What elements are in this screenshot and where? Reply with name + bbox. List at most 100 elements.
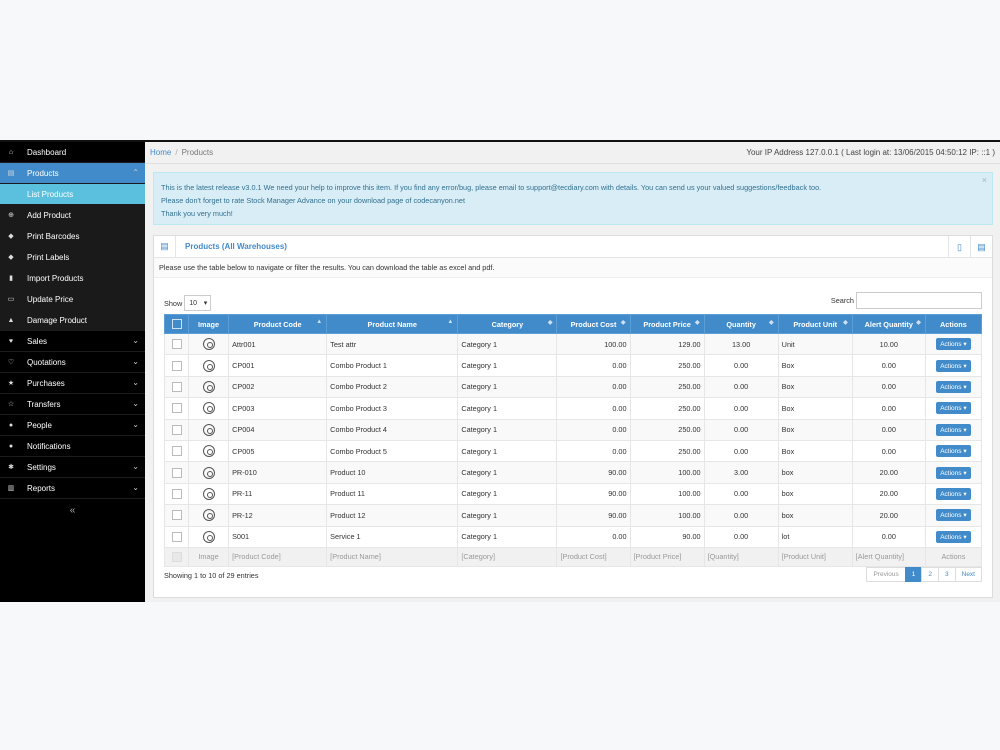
sidebar-item-dashboard[interactable]: ⌂ Dashboard bbox=[0, 142, 145, 163]
sidebar-item-products[interactable]: ▤ Products ⌃ bbox=[0, 163, 145, 184]
row-checkbox[interactable] bbox=[171, 446, 182, 457]
heart-outline-icon: ♡ bbox=[7, 359, 15, 366]
column-header-product-cost[interactable]: Product Cost ◆ bbox=[556, 314, 631, 334]
sidebar-item-reports[interactable]: ▥ Reports ⌄ bbox=[0, 478, 145, 499]
product-code-cell: S001 bbox=[228, 525, 328, 548]
row-checkbox-cell[interactable] bbox=[163, 332, 190, 356]
sidebar-item-purchases[interactable]: ★ Purchases ⌄ bbox=[0, 373, 145, 394]
actions-dropdown-button[interactable]: Actions ▾ bbox=[936, 359, 971, 372]
row-checkbox-cell[interactable] bbox=[163, 504, 190, 527]
row-checkbox[interactable] bbox=[171, 488, 182, 499]
actions-dropdown-button[interactable]: Actions ▾ bbox=[936, 338, 971, 351]
column-header-product-price[interactable]: Product Price ◆ bbox=[629, 314, 705, 334]
row-checkbox-cell[interactable] bbox=[163, 354, 190, 377]
table-footer-row: Image [Product Code] [Product Name] [Catego… bbox=[163, 546, 983, 567]
pagination-bar: Showing 1 to 10 of 29 entries Previous 1 2… bbox=[164, 567, 982, 583]
sidebar-item-list-products[interactable]: List Products bbox=[0, 184, 145, 205]
sidebar-item-label: Import Products bbox=[27, 273, 84, 283]
table-header-row: Image Product Code ▲ Product Name ▲ Category ◆… bbox=[163, 314, 983, 334]
table-row: CP004 Combo Product 4 Category 1 0.00 250.00… bbox=[163, 418, 983, 441]
collapse-sidebar-button[interactable]: « bbox=[0, 499, 145, 521]
row-checkbox[interactable] bbox=[171, 339, 182, 350]
actions-dropdown-button[interactable]: Actions ▾ bbox=[936, 466, 971, 479]
actions-dropdown-button[interactable]: Actions ▾ bbox=[936, 423, 971, 436]
page-previous-button[interactable]: Previous bbox=[866, 567, 906, 582]
page-1-button[interactable]: 1 bbox=[904, 567, 923, 582]
row-checkbox-cell[interactable] bbox=[163, 461, 190, 484]
sidebar-item-transfers[interactable]: ☆ Transfers ⌄ bbox=[0, 394, 145, 415]
page-next-button[interactable]: Next bbox=[954, 567, 982, 582]
products-panel: ▤ Products (All Warehouses) ▯ ▤ Please u… bbox=[153, 235, 993, 598]
actions-cell: Actions ▾ bbox=[924, 397, 983, 420]
footer-filter-product-unit[interactable]: [Product Unit] bbox=[777, 546, 853, 567]
actions-dropdown-button[interactable]: Actions ▾ bbox=[936, 530, 971, 543]
sidebar-item-print-barcodes[interactable]: ◆ Print Barcodes bbox=[0, 226, 145, 247]
actions-dropdown-button[interactable]: Actions ▾ bbox=[936, 445, 971, 458]
row-checkbox-cell[interactable] bbox=[163, 439, 190, 463]
search-input[interactable] bbox=[856, 292, 982, 309]
dashboard-icon: ⌂ bbox=[8, 148, 14, 156]
row-checkbox[interactable] bbox=[171, 467, 182, 478]
row-checkbox-cell[interactable] bbox=[163, 525, 190, 548]
sidebar-item-add-product[interactable]: ⊕ Add Product bbox=[0, 205, 145, 226]
footer-filter-category[interactable]: [Category] bbox=[457, 546, 558, 567]
footer-filter-product-code[interactable]: [Product Code] bbox=[228, 546, 328, 567]
select-all-checkbox-cell[interactable] bbox=[163, 314, 190, 334]
footer-filter-product-name[interactable]: [Product Name] bbox=[326, 546, 459, 567]
release-alert: × This is the latest release v3.0.1 We n… bbox=[153, 172, 993, 225]
actions-dropdown-button[interactable]: Actions ▾ bbox=[936, 402, 971, 415]
sidebar-item-settings[interactable]: ✱ Settings ⌄ bbox=[0, 457, 145, 478]
actions-dropdown-button[interactable]: Actions ▾ bbox=[936, 509, 971, 522]
column-header-product-unit[interactable]: Product Unit ◆ bbox=[777, 314, 853, 334]
column-header-product-code[interactable]: Product Code ▲ bbox=[228, 314, 328, 334]
product-image-cell bbox=[188, 375, 230, 399]
row-checkbox[interactable] bbox=[171, 531, 182, 542]
actions-dropdown-button[interactable]: Actions ▾ bbox=[936, 380, 971, 393]
footer-filter-quantity[interactable]: [Quantity] bbox=[703, 546, 779, 567]
page-length-select[interactable]: 10 ▾ bbox=[184, 295, 212, 311]
column-header-category[interactable]: Category ◆ bbox=[457, 314, 558, 334]
alert-quantity-cell: 20.00 bbox=[851, 461, 926, 484]
excel-export-icon[interactable]: ▯ bbox=[948, 236, 970, 258]
sidebar-item-damage-product[interactable]: ▲ Damage Product bbox=[0, 310, 145, 331]
row-checkbox-cell[interactable] bbox=[163, 397, 190, 420]
page-2-button[interactable]: 2 bbox=[921, 567, 939, 582]
row-checkbox-cell[interactable] bbox=[163, 418, 190, 441]
column-header-alert-quantity[interactable]: Alert Quantity ◆ bbox=[851, 314, 926, 334]
close-alert-button[interactable]: × bbox=[982, 174, 987, 187]
sidebar-item-quotations[interactable]: ♡ Quotations ⌄ bbox=[0, 352, 145, 373]
footer-filter-alert-quantity[interactable]: [Alert Quantity] bbox=[851, 546, 926, 567]
users-icon: ● bbox=[8, 421, 14, 429]
breadcrumb-home-link[interactable]: Home bbox=[150, 148, 171, 157]
select-all-checkbox[interactable] bbox=[171, 319, 182, 330]
bar-chart-icon: ▥ bbox=[7, 485, 15, 492]
sidebar-item-people[interactable]: ● People ⌄ bbox=[0, 415, 145, 436]
row-checkbox[interactable] bbox=[171, 424, 182, 435]
row-checkbox[interactable] bbox=[171, 510, 182, 521]
row-checkbox[interactable] bbox=[171, 382, 182, 393]
row-checkbox-cell[interactable] bbox=[163, 482, 190, 506]
page-3-button[interactable]: 3 bbox=[938, 567, 956, 582]
sidebar-item-label: Reports bbox=[27, 483, 56, 493]
footer-filter-product-cost[interactable]: [Product Cost] bbox=[556, 546, 631, 567]
sidebar-item-label: Update Price bbox=[27, 294, 74, 304]
product-cost-cell: 0.00 bbox=[556, 397, 631, 420]
sidebar-item-print-labels[interactable]: ◆ Print Labels bbox=[0, 247, 145, 268]
sort-icon: ◆ bbox=[916, 320, 921, 326]
product-price-cell: 250.00 bbox=[629, 439, 705, 463]
sidebar-item-update-price[interactable]: ▭ Update Price bbox=[0, 289, 145, 310]
footer-filter-product-price[interactable]: [Product Price] bbox=[629, 546, 705, 567]
quantity-cell: 0.00 bbox=[703, 439, 779, 463]
row-checkbox[interactable] bbox=[171, 360, 182, 371]
actions-dropdown-button[interactable]: Actions ▾ bbox=[936, 487, 971, 500]
sidebar-item-notifications[interactable]: ● Notifications bbox=[0, 436, 145, 457]
row-checkbox-cell[interactable] bbox=[163, 375, 190, 399]
column-header-product-name[interactable]: Product Name ▲ bbox=[326, 314, 459, 334]
sidebar-item-import-products[interactable]: ▮ Import Products bbox=[0, 268, 145, 289]
sidebar-item-sales[interactable]: ♥ Sales ⌄ bbox=[0, 331, 145, 352]
product-image-cell bbox=[188, 418, 230, 441]
column-header-quantity[interactable]: Quantity ◆ bbox=[703, 314, 779, 334]
page-length-control: Show 10 ▾ bbox=[164, 295, 212, 311]
columns-toggle-icon[interactable]: ▤ bbox=[970, 236, 992, 258]
row-checkbox[interactable] bbox=[171, 403, 182, 414]
